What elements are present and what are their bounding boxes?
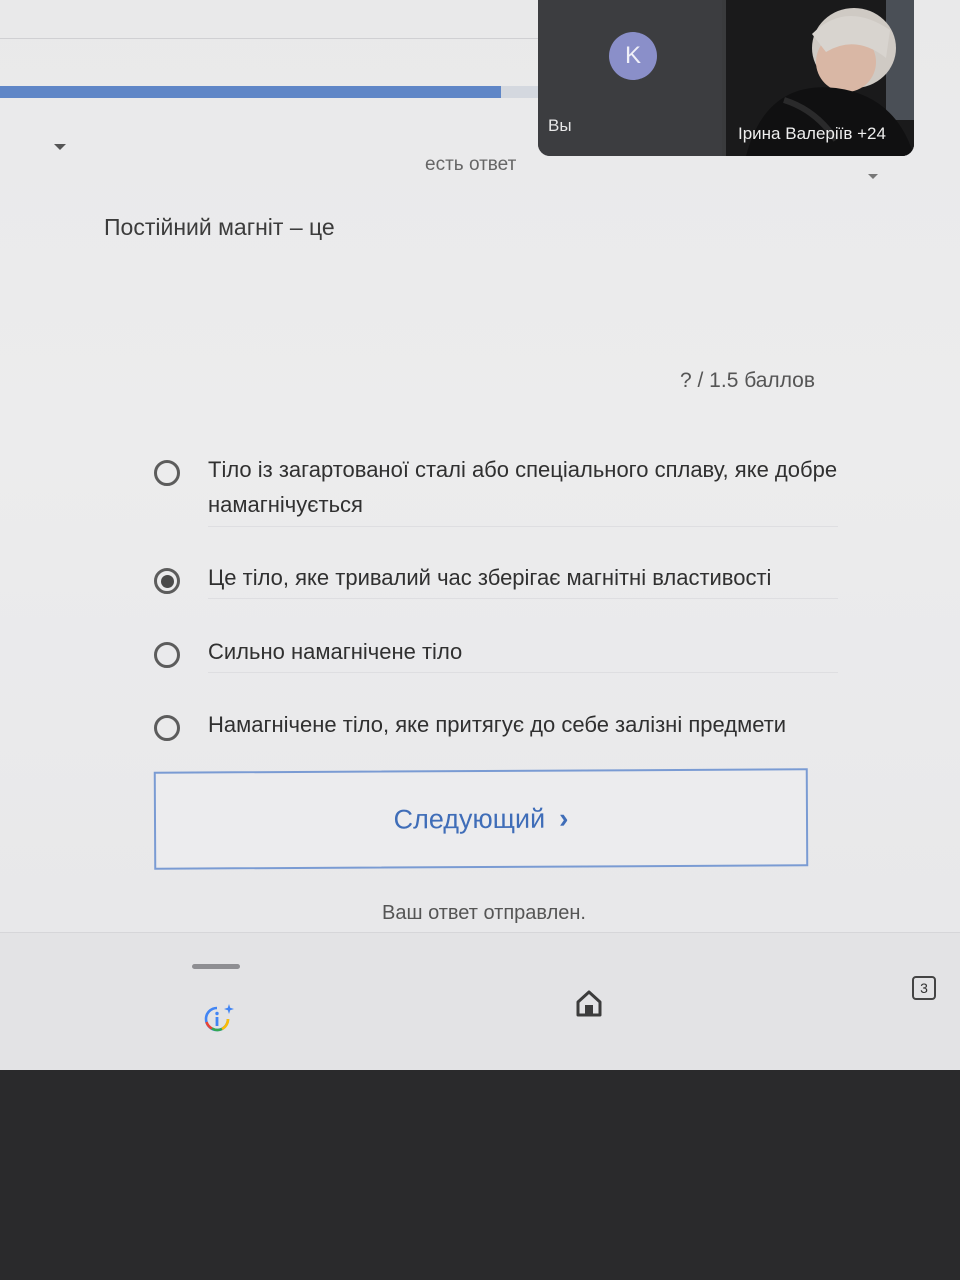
screen: есть ответ Постійний магніт – це ? / 1.5… [0,0,960,1070]
video-call-panel: K Вы Ірина Валеріїв +24 [538,0,914,156]
question-title: Постійний магніт – це [104,214,335,240]
answer-option[interactable]: Намагнічене тіло, яке притягує до себе з… [154,712,844,742]
option-divider [208,672,838,673]
option-divider [208,526,838,527]
info-sparkle-icon[interactable] [200,1002,234,1036]
radio-button[interactable] [154,460,180,486]
radio-button[interactable] [154,642,180,668]
next-button-label: Следующий [393,803,546,834]
drag-handle[interactable] [192,964,240,969]
answer-option[interactable]: Тіло із загартованої сталі або спеціальн… [154,457,844,522]
tabs-icon[interactable]: 3 [912,976,936,1000]
progress-fill [0,86,502,98]
answer-hint: есть ответ [425,154,517,175]
points-label: ? / 1.5 баллов [680,369,816,392]
avatar: K [609,32,657,80]
chevron-right-icon: › [559,802,569,834]
home-icon[interactable] [574,988,604,1018]
option-label: Це тіло, яке тривалий час зберігає магні… [208,565,772,590]
chevron-down-icon[interactable] [54,144,66,150]
option-divider [208,598,838,599]
participant-name: Ірина Валеріїв +24 [738,124,886,143]
submitted-message: Ваш ответ отправлен. [382,902,586,924]
radio-button[interactable] [154,568,180,594]
progress-bar [0,86,545,98]
self-video-tile[interactable]: K Вы [538,0,722,156]
tab-count: 3 [920,980,928,996]
next-button[interactable]: Следующий › [153,768,809,870]
option-label: Сильно намагнічене тіло [208,639,463,664]
self-label: Вы [548,116,572,135]
radio-button[interactable] [154,715,180,741]
top-divider [0,38,540,39]
answer-option[interactable]: Це тіло, яке тривалий час зберігає магні… [154,565,844,595]
participant-video-tile[interactable]: Ірина Валеріїв +24 [726,0,914,156]
chevron-down-icon [868,174,878,179]
option-label: Намагнічене тіло, яке притягує до себе з… [208,712,787,737]
bottom-toolbar [0,932,960,1070]
answer-option[interactable]: Сильно намагнічене тіло [154,639,844,669]
option-label: Тіло із загартованої сталі або спеціальн… [208,457,838,517]
